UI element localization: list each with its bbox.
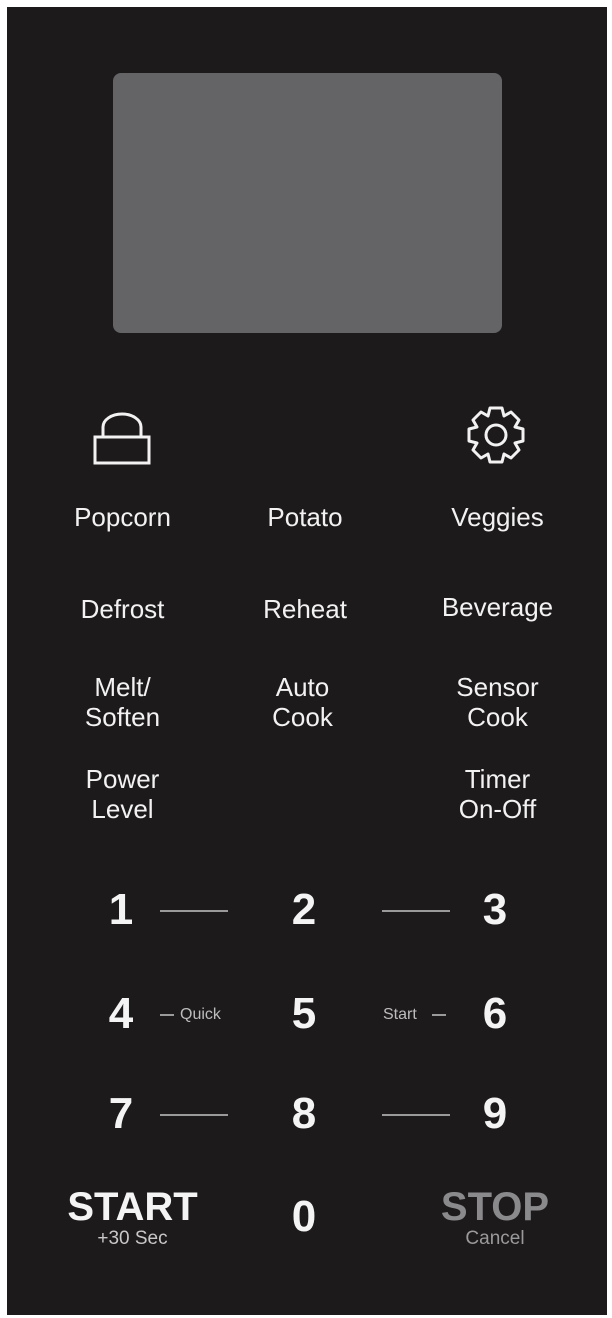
stop-button[interactable]: STOP Cancel bbox=[420, 1186, 570, 1250]
timer-button[interactable]: Timer On-Off bbox=[425, 764, 570, 824]
divider bbox=[160, 1014, 174, 1016]
defrost-button[interactable]: Defrost bbox=[50, 594, 195, 624]
auto-cook-label-1: Auto bbox=[275, 672, 330, 702]
digit-3-button[interactable]: 3 bbox=[470, 886, 520, 934]
stop-button-label: STOP bbox=[440, 1185, 550, 1229]
start-label: Start bbox=[383, 1006, 417, 1023]
digit-9-button[interactable]: 9 bbox=[470, 1090, 520, 1138]
sensor-cook-button[interactable]: Sensor Cook bbox=[425, 672, 570, 732]
veggies-button[interactable]: Veggies bbox=[425, 502, 570, 532]
melt-soften-label-2: Soften bbox=[84, 702, 161, 732]
potato-button[interactable]: Potato bbox=[235, 502, 375, 532]
lock-icon[interactable] bbox=[92, 412, 152, 466]
reheat-button[interactable]: Reheat bbox=[235, 594, 375, 624]
divider bbox=[160, 1114, 228, 1116]
melt-soften-label-1: Melt/ bbox=[94, 672, 151, 702]
digit-4-button[interactable]: 4 bbox=[96, 990, 146, 1038]
timer-label-2: On-Off bbox=[458, 794, 537, 824]
beverage-button[interactable]: Beverage bbox=[415, 592, 580, 622]
auto-cook-label-2: Cook bbox=[272, 702, 333, 732]
stop-button-sublabel: Cancel bbox=[465, 1228, 525, 1249]
start-button[interactable]: START +30 Sec bbox=[55, 1186, 210, 1250]
start-button-label: START bbox=[67, 1185, 198, 1229]
timer-label-1: Timer bbox=[464, 764, 531, 794]
digit-0-button[interactable]: 0 bbox=[279, 1193, 329, 1241]
divider bbox=[382, 1114, 450, 1116]
power-level-label-1: Power bbox=[85, 764, 160, 794]
sensor-cook-label-2: Cook bbox=[467, 702, 528, 732]
auto-cook-button[interactable]: Auto Cook bbox=[230, 672, 375, 732]
digit-2-button[interactable]: 2 bbox=[279, 886, 329, 934]
power-level-label-2: Level bbox=[91, 794, 154, 824]
digit-1-button[interactable]: 1 bbox=[96, 886, 146, 934]
divider bbox=[432, 1014, 446, 1016]
melt-soften-button[interactable]: Melt/ Soften bbox=[50, 672, 195, 732]
sensor-cook-label-1: Sensor bbox=[456, 672, 539, 702]
divider bbox=[160, 910, 228, 912]
digit-6-button[interactable]: 6 bbox=[470, 990, 520, 1038]
divider bbox=[382, 910, 450, 912]
digit-8-button[interactable]: 8 bbox=[279, 1090, 329, 1138]
start-button-sublabel: +30 Sec bbox=[97, 1228, 168, 1249]
quick-label: Quick bbox=[180, 1006, 221, 1023]
digit-7-button[interactable]: 7 bbox=[96, 1090, 146, 1138]
power-level-button[interactable]: Power Level bbox=[50, 764, 195, 824]
display-screen bbox=[113, 73, 502, 333]
digit-5-button[interactable]: 5 bbox=[279, 990, 329, 1038]
popcorn-button[interactable]: Popcorn bbox=[50, 502, 195, 532]
gear-icon[interactable] bbox=[466, 405, 526, 465]
